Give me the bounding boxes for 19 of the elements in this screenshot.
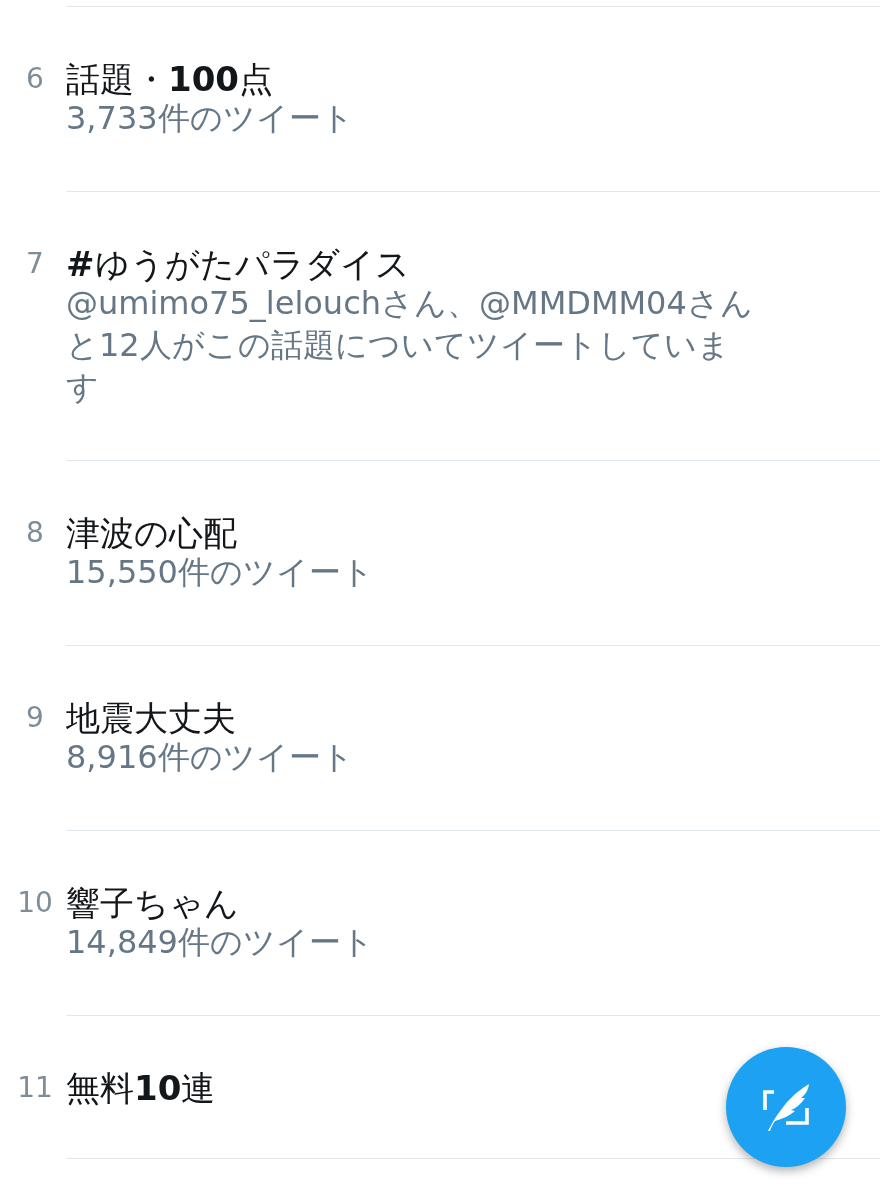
trend-title: 地震大丈夫 bbox=[66, 700, 236, 736]
trend-rank: 7 bbox=[26, 246, 44, 282]
trend-meta: 8,916件のツイート bbox=[66, 737, 354, 778]
trend-rank: 6 bbox=[26, 61, 44, 97]
trend-title: 津波の心配 bbox=[66, 515, 237, 551]
trend-title: 無料10連 bbox=[66, 1070, 216, 1106]
trend-meta: 14,849件のツイート bbox=[66, 922, 374, 963]
trend-title: #ゆうがたパラダイス bbox=[66, 246, 410, 282]
trend-meta: 3,733件のツイート bbox=[66, 98, 354, 139]
trend-title: 話題・100点 bbox=[66, 61, 273, 97]
compose-button[interactable] bbox=[726, 1047, 846, 1167]
trend-meta: 15,550件のツイート bbox=[66, 552, 374, 593]
trend-rank: 9 bbox=[26, 700, 44, 736]
trend-rank: 10 bbox=[17, 885, 53, 921]
trend-rank: 8 bbox=[26, 515, 44, 551]
trend-meta: @umimo75_lelouchさん、@MMDMM04さんと12人がこの話題についてツイートしています bbox=[66, 283, 754, 408]
trend-rank: 11 bbox=[17, 1070, 53, 1106]
trend-title: 響子ちゃん bbox=[66, 885, 239, 921]
feather-icon bbox=[762, 1083, 810, 1131]
